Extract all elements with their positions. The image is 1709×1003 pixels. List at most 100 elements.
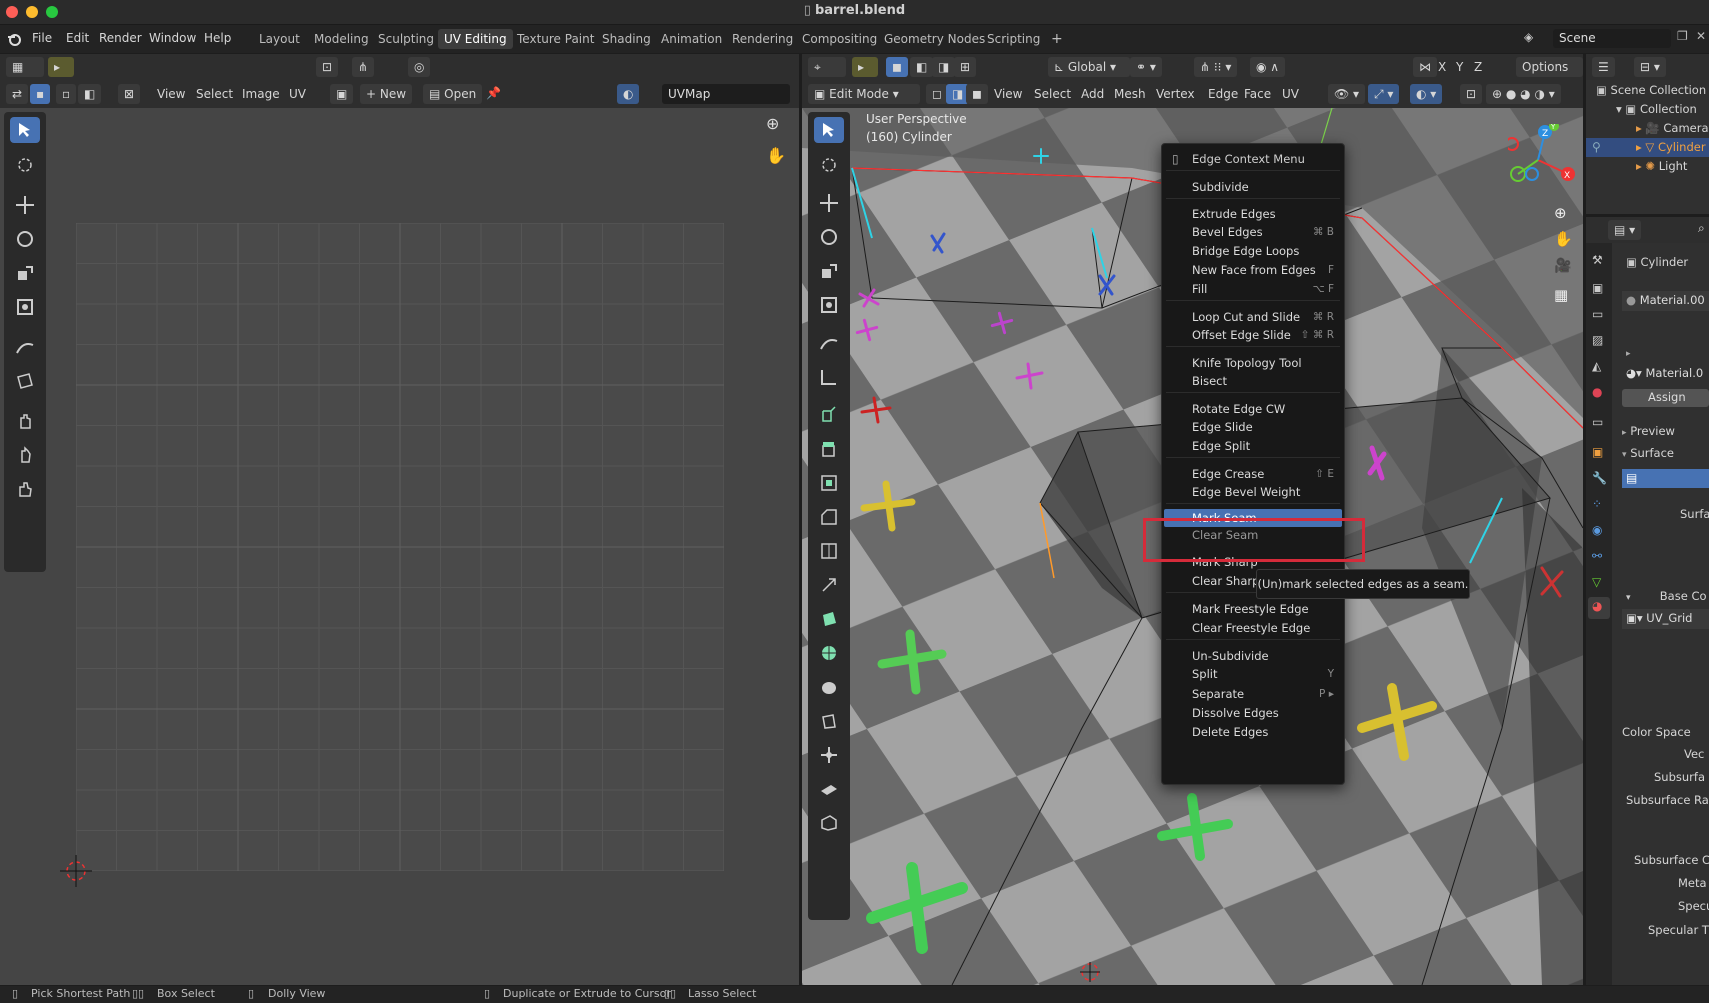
viewport-move-tool[interactable] [814,190,844,216]
mirror-icon[interactable]: ⋈ [1413,57,1437,77]
tab-texture-paint[interactable]: Texture Paint [511,29,600,49]
outliner-cylinder[interactable]: ▸ ▽ Cylinder [1636,140,1706,154]
scene-icon[interactable]: ◈ [1524,30,1533,44]
viewport-pan-icon[interactable]: ✋ [1554,230,1573,248]
visibility-icon[interactable]: 👁 ▾ [1328,84,1366,104]
menu-item-bevel-edges[interactable]: Bevel Edges [1192,225,1263,239]
cursor-tool[interactable] [10,152,40,178]
viewport-menu-face[interactable]: Face [1244,84,1271,104]
select-extend-icon[interactable]: ◧ [910,57,934,77]
editor-type-icon[interactable]: ▦ [6,57,44,77]
shading-modes[interactable]: ⊕ ● ◕ ◑ ▾ [1486,84,1561,104]
constraints-tab-icon[interactable]: ⚯ [1592,549,1602,563]
bevel-tool[interactable] [814,504,844,530]
tab-animation[interactable]: Animation [655,29,728,49]
surface-shader-field[interactable]: ▤ [1622,469,1709,488]
uv-menu-view[interactable]: View [157,84,185,104]
sticky-select-icon[interactable]: ⊠ [118,84,141,104]
select-new-icon[interactable]: ◼ [886,57,908,77]
snap-toggle-icon[interactable]: ⋔ ⁝⁝ ▾ [1194,57,1238,77]
mirror-z-toggle[interactable]: Z [1474,57,1482,77]
menu-edit[interactable]: Edit [66,31,89,45]
menu-item-bisect[interactable]: Bisect [1192,374,1227,388]
measure-tool[interactable] [814,364,844,390]
mirror-y-toggle[interactable]: Y [1456,57,1463,77]
uv-display-icon[interactable]: ◐ [617,84,640,104]
add-workspace-icon[interactable]: + [1045,29,1069,49]
face-mode-icon[interactable]: ◼ [966,84,988,104]
viewport-scale-tool[interactable] [814,258,844,284]
menu-item-separate[interactable]: Separate [1192,687,1244,701]
outliner-light[interactable]: ▸ ✺ Light [1636,159,1687,173]
scene-selector[interactable]: Scene [1553,29,1671,48]
view-layer-tab-icon[interactable]: ▨ [1592,333,1603,347]
viewport-menu-view[interactable]: View [994,84,1022,104]
edge-select-mode-icon[interactable]: ▫ [56,84,77,104]
grab-tool[interactable] [10,408,40,434]
menu-item-delete-edges[interactable]: Delete Edges [1192,725,1268,739]
world-tab-icon[interactable]: ● [1592,385,1602,399]
uvmap-field[interactable]: UVMap [662,84,790,104]
pinch-tool[interactable] [10,476,40,502]
loop-cut-tool[interactable] [814,538,844,564]
extrude-tool[interactable] [814,436,844,462]
menu-render[interactable]: Render [99,31,142,45]
menu-pin-icon[interactable]: ▯ [1172,152,1179,166]
open-image-button[interactable]: ▤ Open [423,84,483,104]
output-tab-icon[interactable]: ▭ [1592,307,1603,321]
viewport-zoom-icon[interactable]: ⊕ [1554,204,1567,222]
remove-scene-icon[interactable]: ✕ [1696,29,1706,43]
inset-tool[interactable] [814,470,844,496]
spin-tool[interactable] [814,640,844,666]
options-dropdown[interactable]: Options ▾ [1516,57,1583,94]
properties-search-icon[interactable]: ⌕ [1698,221,1705,236]
modifier-tab-icon[interactable]: 🔧 [1592,471,1607,485]
sync-selection-icon[interactable]: ⇄ [6,84,29,104]
blender-logo-icon[interactable] [6,31,22,47]
menu-item-edge-crease[interactable]: Edge Crease [1192,467,1264,481]
menu-item-extrude-edges[interactable]: Extrude Edges [1192,207,1276,221]
viewport-menu-add[interactable]: Add [1081,84,1104,104]
pivot-point-icon[interactable]: ⚭ ▾ [1130,57,1162,77]
mirror-x-toggle[interactable]: X [1438,57,1446,77]
new-image-button[interactable]: + New [360,84,413,104]
viewport-annotate-tool[interactable] [814,330,844,356]
annotate-tool[interactable] [10,334,40,360]
properties-type-icon[interactable]: ▤ ▾ [1608,220,1642,240]
viewport-menu-select[interactable]: Select [1034,84,1071,104]
viewport-menu-vertex[interactable]: Vertex [1156,84,1195,104]
outliner-display-icon[interactable]: ⊟ ▾ [1634,57,1666,77]
rotate-tool[interactable] [10,226,40,252]
select-box-tool[interactable] [10,117,40,143]
outliner-collection[interactable]: ▾ ▣ Collection [1616,102,1697,116]
orientation-dropdown[interactable]: ⊾ Global ▾ [1048,57,1130,77]
menu-item-clear-sharp[interactable]: Clear Sharp [1192,574,1259,588]
menu-item-loop-cut[interactable]: Loop Cut and Slide [1192,310,1300,324]
scale-tool[interactable] [10,260,40,286]
menu-file[interactable]: File [32,31,52,45]
xray-icon[interactable]: ⊡ [1460,84,1483,104]
menu-item-clear-freestyle[interactable]: Clear Freestyle Edge [1192,621,1310,635]
viewport-transform-tool[interactable] [814,292,844,318]
tab-geometry-nodes[interactable]: Geometry Nodes [878,29,991,49]
menu-item-split[interactable]: Split [1192,667,1218,681]
perspective-toggle-icon[interactable]: ▦ [1554,286,1568,304]
select-tool-icon[interactable]: ▸ [48,57,74,77]
menu-item-edge-split[interactable]: Edge Split [1192,439,1250,453]
uv-menu-image[interactable]: Image [242,84,280,104]
knife-tool[interactable] [814,572,844,598]
uv-menu-uv[interactable]: UV [289,84,306,104]
menu-item-dissolve-edges[interactable]: Dissolve Edges [1192,706,1279,720]
tab-uv-editing[interactable]: UV Editing [438,29,513,49]
base-color-row[interactable]: ▾ Base Co [1626,589,1707,603]
menu-item-new-face[interactable]: New Face from Edges [1192,263,1316,277]
tab-compositing[interactable]: Compositing [796,29,883,49]
menu-item-rotate-edge-cw[interactable]: Rotate Edge CW [1192,402,1285,416]
rip-tool[interactable] [10,368,40,394]
camera-view-icon[interactable]: 🎥 [1554,258,1571,274]
overlay-icon[interactable]: ◐ ▾ [1410,84,1443,104]
mode-dropdown[interactable]: ▣ Edit Mode ▾ [808,84,920,104]
viewport-select-box-tool[interactable] [814,117,844,143]
tab-modeling[interactable]: Modeling [308,29,375,49]
rip-region-tool[interactable] [814,810,844,836]
